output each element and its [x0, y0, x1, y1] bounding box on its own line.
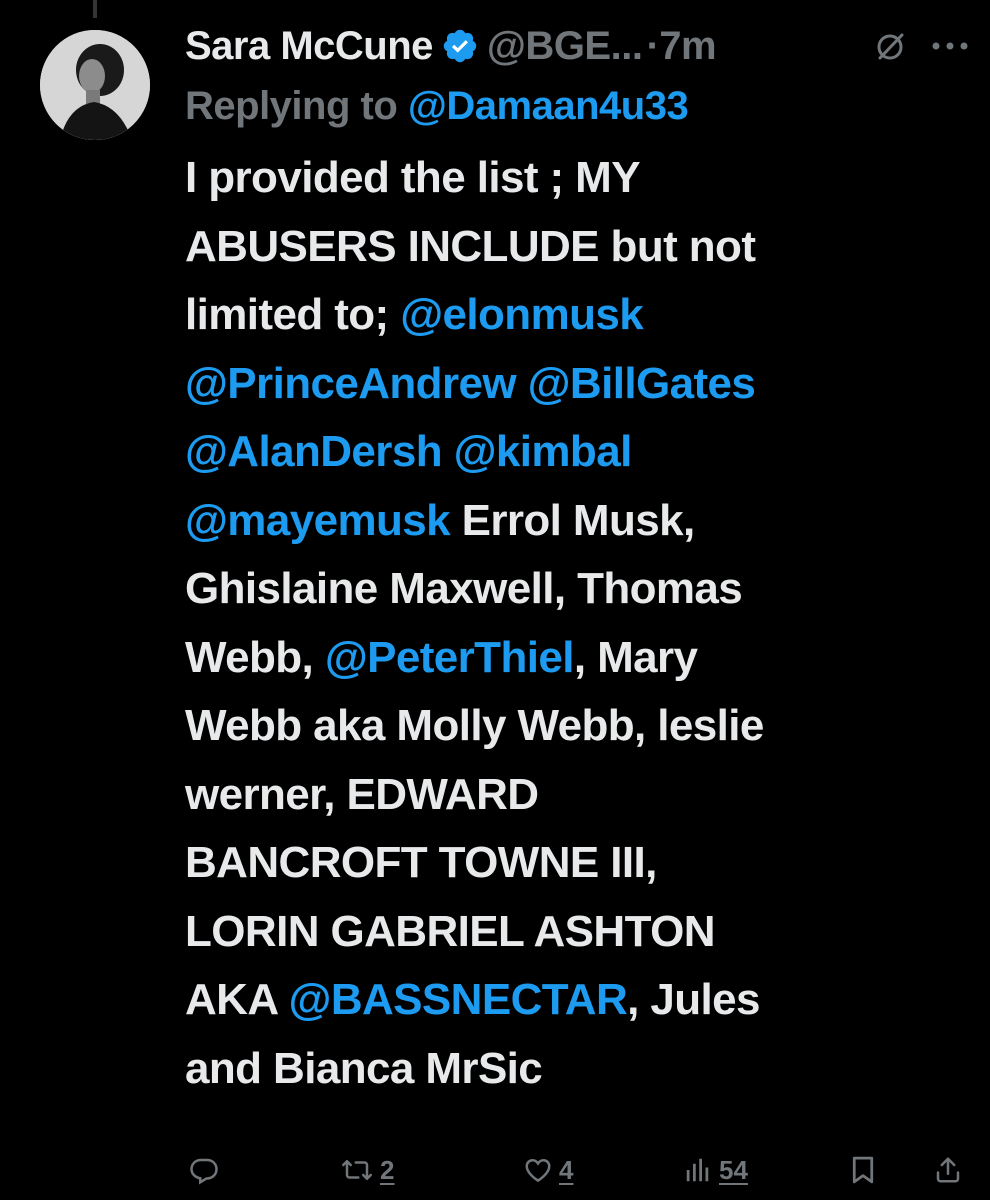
reply-icon [189, 1155, 219, 1185]
tweet-text-segment: werner, EDWARD [185, 769, 539, 819]
author-handle[interactable]: @BGE... [487, 24, 643, 69]
tweet-text: I provided the list ; MY ABUSERS INCLUDE … [185, 144, 975, 1103]
thread-connector-line [93, 0, 97, 18]
replying-to-mention[interactable]: @Damaan4u33 [408, 84, 689, 128]
tweet-text-line: Webb aka Molly Webb, leslie [185, 692, 975, 761]
tweet-text-line: LORIN GABRIEL ASHTON [185, 898, 975, 967]
mention-link[interactable]: @BillGates [528, 359, 756, 408]
tweet-text-line: and Bianca MrSic [185, 1035, 975, 1104]
separator-dot: · [646, 23, 660, 68]
mention-link[interactable]: @PrinceAndrew [185, 359, 517, 408]
tweet-text-line: limited to; @elonmusk [185, 281, 975, 350]
tweet-text-segment: Ghislaine Maxwell, Thomas [185, 564, 743, 613]
views-button[interactable]: 54 [683, 1148, 748, 1192]
retweet-count: 2 [380, 1154, 395, 1185]
tweet-text-segment: , Jules [627, 975, 760, 1024]
tweet-text-line: Ghislaine Maxwell, Thomas [185, 555, 975, 624]
more-icon[interactable] [930, 36, 970, 56]
tweet-text-line: @AlanDersh @kimbal [185, 418, 975, 487]
mention-link[interactable]: @AlanDersh [185, 427, 443, 476]
reply-button[interactable] [189, 1148, 225, 1192]
tweet-actions: 2 4 54 [185, 1148, 975, 1192]
tweet-text-segment: ABUSERS INCLUDE but not [185, 221, 756, 271]
tweet-text-line: AKA @BASSNECTAR, Jules [185, 966, 975, 1035]
tweet-text-line: @mayemusk Errol Musk, [185, 487, 975, 556]
tweet-text-segment [516, 359, 528, 408]
replying-to: Replying to @Damaan4u33 [185, 84, 975, 140]
tweet-text-segment: BANCROFT TOWNE III, [185, 838, 657, 887]
mention-link[interactable]: @elonmusk [400, 290, 644, 339]
author-name[interactable]: Sara McCune [185, 24, 433, 69]
mention-link[interactable]: @kimbal [454, 427, 633, 476]
tweet-text-segment: I provided the list ; MY [185, 153, 641, 202]
share-button[interactable] [933, 1148, 963, 1192]
tweet-text-line: werner, EDWARD [185, 761, 975, 830]
tweet-text-line: Webb, @PeterThiel, Mary [185, 624, 975, 693]
tweet-text-line: @PrinceAndrew @BillGates [185, 350, 975, 419]
tweet-text-segment [442, 427, 454, 476]
tweet-text-segment: AKA [185, 975, 289, 1024]
tweet-text-segment: Errol Musk, [449, 495, 696, 545]
share-icon [933, 1155, 963, 1185]
tweet-text-segment: limited to; [185, 290, 401, 339]
tweet-header: Sara McCune @BGE... · 7m [185, 16, 975, 76]
like-button[interactable]: 4 [523, 1148, 573, 1192]
avatar-image [40, 30, 150, 140]
bookmark-button[interactable] [849, 1148, 877, 1192]
bookmark-icon [849, 1155, 877, 1185]
tweet-text-line: BANCROFT TOWNE III, [185, 829, 975, 898]
views-icon [683, 1155, 713, 1185]
tweet-text-line: ABUSERS INCLUDE but not [185, 213, 975, 282]
views-count: 54 [719, 1154, 748, 1185]
tweet-text-segment: and Bianca MrSic [185, 1043, 543, 1093]
tweet[interactable]: Sara McCune @BGE... · 7m Replying to @Da… [185, 16, 975, 1103]
mention-link[interactable]: @mayemusk [185, 496, 451, 545]
mention-link[interactable]: @PeterThiel [325, 633, 575, 682]
avatar[interactable] [40, 30, 150, 140]
tweet-text-line: I provided the list ; MY [185, 144, 975, 213]
like-count: 4 [559, 1154, 574, 1185]
tweet-text-segment: , Mary [573, 632, 698, 682]
tweet-text-segment: Webb aka Molly Webb, leslie [185, 701, 764, 750]
replying-to-label: Replying to [185, 84, 408, 128]
retweet-icon [340, 1155, 374, 1185]
like-icon [523, 1155, 553, 1185]
verified-badge-icon [441, 27, 479, 65]
grok-icon[interactable] [873, 30, 907, 64]
mention-link[interactable]: @BASSNECTAR [289, 975, 628, 1024]
tweet-text-segment: LORIN GABRIEL ASHTON [185, 906, 715, 956]
tweet-text-segment: Webb, [185, 632, 325, 682]
timestamp[interactable]: 7m [659, 24, 716, 69]
retweet-button[interactable]: 2 [340, 1148, 394, 1192]
